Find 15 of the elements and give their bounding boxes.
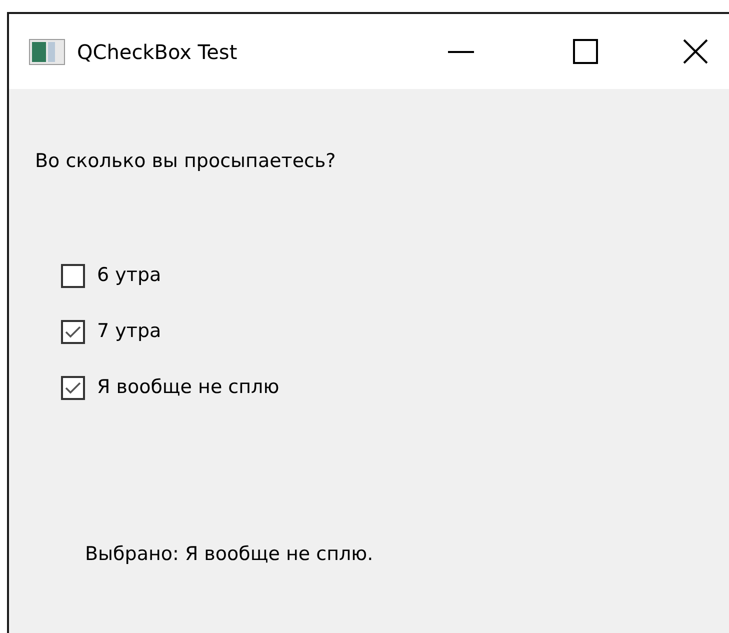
app-icon xyxy=(29,38,65,64)
result-label: Выбрано: Я вообще не сплю. xyxy=(85,542,374,566)
close-icon xyxy=(682,39,708,64)
checkbox-option[interactable]: Я вообще не сплю xyxy=(61,372,729,404)
question-label: Во сколько вы просыпаетесь? xyxy=(35,149,337,174)
checkbox[interactable] xyxy=(61,320,85,344)
maximize-icon xyxy=(572,39,598,64)
checkbox[interactable] xyxy=(61,376,85,400)
check-icon xyxy=(65,326,81,338)
minimize-icon xyxy=(448,50,474,52)
window-title: QCheckBox Test xyxy=(77,38,238,66)
check-icon xyxy=(65,382,81,394)
checkbox-option[interactable]: 6 утра xyxy=(61,260,729,292)
checkbox[interactable] xyxy=(61,264,85,288)
checkbox-option[interactable]: 7 утра xyxy=(61,316,729,348)
